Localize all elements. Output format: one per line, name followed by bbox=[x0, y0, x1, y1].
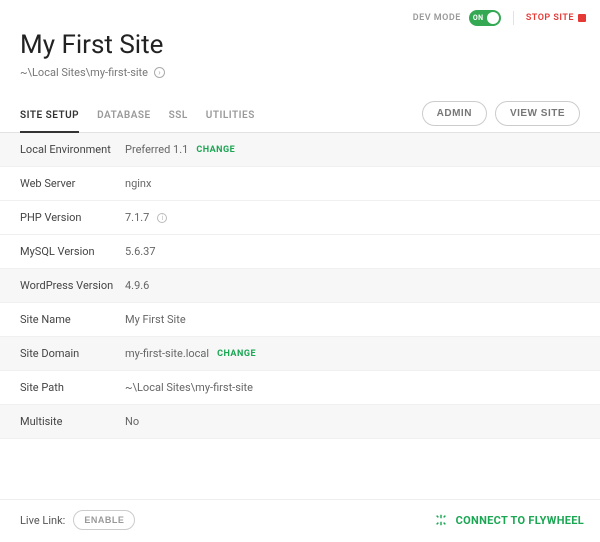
detail-label: Site Path bbox=[20, 381, 125, 394]
tab-site-setup[interactable]: SITE SETUP bbox=[20, 110, 79, 133]
detail-row: Site Domainmy-first-site.local CHANGE bbox=[0, 337, 600, 371]
site-title: My First Site bbox=[20, 30, 580, 60]
stop-site-button[interactable]: STOP SITE bbox=[526, 13, 586, 23]
detail-row: Local EnvironmentPreferred 1.1 CHANGE bbox=[0, 133, 600, 167]
detail-value: ~\Local Sites\my-first-site bbox=[125, 381, 253, 394]
change-link[interactable]: CHANGE bbox=[196, 145, 235, 155]
tab-database[interactable]: DATABASE bbox=[97, 110, 151, 132]
detail-value-text: No bbox=[125, 415, 139, 428]
toggle-knob bbox=[487, 12, 499, 24]
view-site-button[interactable]: VIEW SITE bbox=[495, 101, 580, 126]
detail-value-text: nginx bbox=[125, 177, 151, 190]
detail-value-text: ~\Local Sites\my-first-site bbox=[125, 381, 253, 394]
detail-value: My First Site bbox=[125, 313, 186, 326]
tab-ssl[interactable]: SSL bbox=[169, 110, 188, 132]
detail-label: Site Name bbox=[20, 313, 125, 326]
detail-row: MultisiteNo bbox=[0, 405, 600, 439]
dev-mode-label: DEV MODE bbox=[413, 13, 461, 23]
dev-mode-toggle[interactable]: ON bbox=[469, 10, 501, 26]
detail-value-text: 7.1.7 bbox=[125, 211, 149, 224]
connect-flywheel-button[interactable]: CONNECT TO FLYWHEEL bbox=[434, 513, 584, 527]
site-path: ~\Local Sites\my-first-site bbox=[20, 66, 148, 79]
info-icon[interactable]: › bbox=[154, 67, 165, 78]
detail-value-text: my-first-site.local bbox=[125, 347, 209, 360]
stop-icon bbox=[578, 14, 586, 22]
detail-label: PHP Version bbox=[20, 211, 125, 224]
detail-row: Site Path~\Local Sites\my-first-site bbox=[0, 371, 600, 405]
stop-site-label: STOP SITE bbox=[526, 13, 574, 23]
detail-row: Site NameMy First Site bbox=[0, 303, 600, 337]
detail-value-text: 5.6.37 bbox=[125, 245, 156, 258]
detail-value-text: 4.9.6 bbox=[125, 279, 149, 292]
detail-value-text: Preferred 1.1 bbox=[125, 143, 188, 156]
info-icon[interactable]: i bbox=[157, 213, 167, 223]
detail-label: Multisite bbox=[20, 415, 125, 428]
detail-value: 7.1.7 i bbox=[125, 211, 167, 224]
detail-label: Site Domain bbox=[20, 347, 125, 360]
detail-value: my-first-site.local CHANGE bbox=[125, 347, 256, 360]
detail-label: MySQL Version bbox=[20, 245, 125, 258]
tab-utilities[interactable]: UTILITIES bbox=[206, 110, 255, 132]
detail-value: nginx bbox=[125, 177, 151, 190]
toggle-on-text: ON bbox=[469, 14, 484, 22]
enable-live-link-button[interactable]: ENABLE bbox=[73, 510, 135, 530]
detail-label: WordPress Version bbox=[20, 279, 125, 292]
detail-value: Preferred 1.1 CHANGE bbox=[125, 143, 235, 156]
live-link-label: Live Link: bbox=[20, 514, 65, 527]
detail-value: 4.9.6 bbox=[125, 279, 149, 292]
detail-value: 5.6.37 bbox=[125, 245, 156, 258]
separator bbox=[513, 11, 514, 25]
connect-flywheel-label: CONNECT TO FLYWHEEL bbox=[456, 514, 584, 527]
change-link[interactable]: CHANGE bbox=[217, 349, 256, 359]
detail-row: WordPress Version4.9.6 bbox=[0, 269, 600, 303]
flywheel-icon bbox=[434, 513, 448, 527]
admin-button[interactable]: ADMIN bbox=[422, 101, 487, 126]
detail-value: No bbox=[125, 415, 139, 428]
detail-label: Local Environment bbox=[20, 143, 125, 156]
detail-row: Web Servernginx bbox=[0, 167, 600, 201]
detail-value-text: My First Site bbox=[125, 313, 186, 326]
detail-label: Web Server bbox=[20, 177, 125, 190]
detail-row: PHP Version7.1.7 i bbox=[0, 201, 600, 235]
detail-row: MySQL Version5.6.37 bbox=[0, 235, 600, 269]
